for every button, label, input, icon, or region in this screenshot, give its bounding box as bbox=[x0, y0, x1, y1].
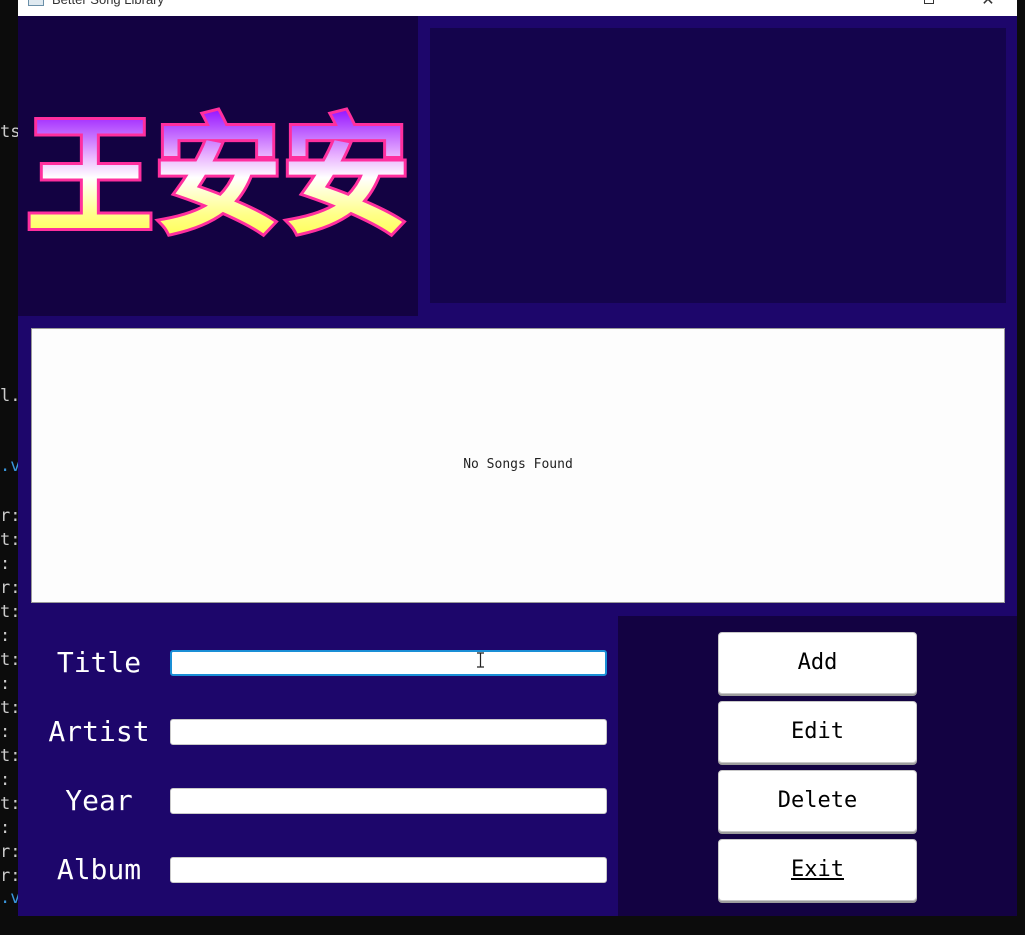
title-bar[interactable]: Better Song Library ✕ bbox=[18, 0, 1017, 16]
terminal-line: ts bbox=[0, 122, 18, 142]
terminal-line: : bbox=[0, 674, 11, 694]
song-list[interactable]: No Songs Found bbox=[31, 328, 1005, 603]
terminal-line: : bbox=[0, 770, 11, 790]
album-input[interactable] bbox=[170, 857, 607, 883]
terminal-line: .v bbox=[0, 456, 18, 476]
terminal-line: r: bbox=[0, 578, 18, 598]
edit-button[interactable]: Edit bbox=[718, 701, 917, 763]
terminal-line: t: bbox=[0, 698, 18, 718]
terminal-line: t: bbox=[0, 746, 18, 766]
terminal-line: .v bbox=[0, 888, 18, 908]
logo-panel: 王安安 bbox=[18, 16, 418, 316]
title-label: Title bbox=[56, 646, 142, 679]
terminal-line: : bbox=[0, 626, 11, 646]
empty-list-message: No Songs Found bbox=[463, 457, 573, 472]
background-terminal: ts l. .v r: t: : r: t: : t: : t: : t: : … bbox=[0, 0, 18, 935]
window-title: Better Song Library bbox=[52, 0, 164, 8]
year-label: Year bbox=[65, 784, 133, 817]
delete-button[interactable]: Delete bbox=[718, 770, 917, 832]
artist-label: Artist bbox=[48, 715, 150, 748]
terminal-line: r: bbox=[0, 842, 18, 862]
action-panel: Add Edit Delete Exit bbox=[618, 616, 1017, 916]
terminal-line: t: bbox=[0, 794, 18, 814]
terminal-line: t: bbox=[0, 530, 18, 550]
album-label: Album bbox=[56, 853, 142, 886]
add-button[interactable]: Add bbox=[718, 632, 917, 694]
text-cursor-icon bbox=[477, 652, 484, 668]
album-art-panel bbox=[430, 28, 1006, 303]
logo-image: 王安安 bbox=[23, 100, 413, 255]
app-icon bbox=[28, 0, 44, 6]
year-input[interactable] bbox=[170, 788, 607, 814]
app-window: Better Song Library ✕ 王安安 No Songs Found… bbox=[18, 0, 1017, 916]
terminal-line: t: bbox=[0, 602, 18, 622]
exit-button[interactable]: Exit bbox=[718, 839, 917, 901]
terminal-line: r: bbox=[0, 506, 18, 526]
terminal-line: t: bbox=[0, 650, 18, 670]
terminal-line: : bbox=[0, 722, 11, 742]
title-input[interactable] bbox=[170, 650, 607, 676]
terminal-line: r: bbox=[0, 866, 18, 886]
terminal-line: : bbox=[0, 818, 11, 838]
terminal-line: : bbox=[0, 554, 11, 574]
artist-input[interactable] bbox=[170, 719, 607, 745]
close-icon[interactable]: ✕ bbox=[973, 0, 1003, 10]
terminal-line: l. bbox=[0, 386, 18, 406]
maximize-icon[interactable] bbox=[924, 0, 934, 4]
song-form: Title Artist Year Album bbox=[18, 616, 618, 916]
logo-text: 王安安 bbox=[26, 103, 410, 252]
